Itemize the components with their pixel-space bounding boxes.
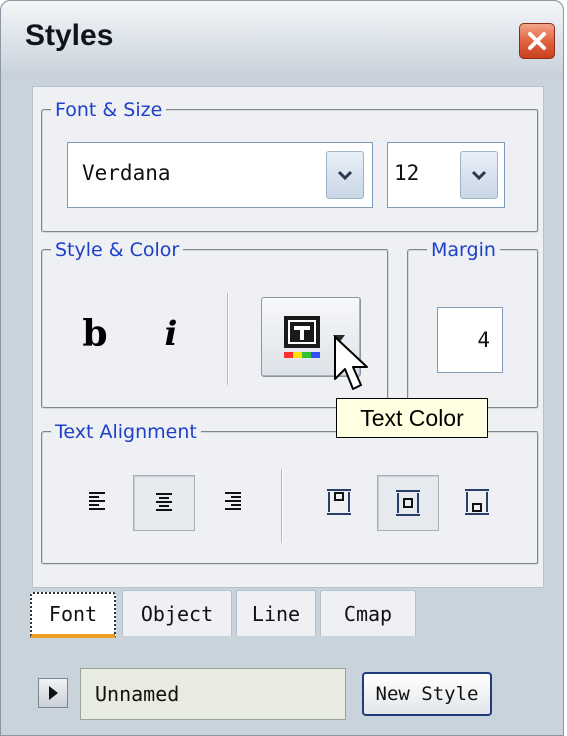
style-color-legend: Style & Color [55, 239, 180, 261]
style-name-field[interactable]: Unnamed [80, 668, 346, 720]
font-family-value: Verdana [82, 161, 171, 185]
alignment-divider [281, 469, 283, 543]
tab-object[interactable]: Object [122, 590, 232, 636]
close-icon [528, 32, 546, 50]
tab-font[interactable]: Font [30, 592, 116, 638]
font-size-value: 12 [394, 161, 420, 185]
font-family-dropdown-button[interactable] [326, 151, 364, 199]
styles-panel: Font & Size Verdana 12 Style & Color b i [32, 86, 544, 588]
bold-label: b [82, 313, 108, 355]
style-divider [227, 293, 229, 385]
margin-value: 4 [477, 328, 490, 352]
text-alignment-legend: Text Alignment [55, 421, 197, 443]
valign-bottom-button[interactable] [453, 477, 501, 527]
align-left-icon [89, 492, 105, 510]
valign-bottom-icon [465, 489, 489, 515]
align-center-button[interactable] [133, 475, 195, 531]
align-right-icon [225, 492, 241, 510]
style-name-value: Unnamed [95, 682, 180, 706]
align-center-icon [156, 493, 172, 511]
window-title: Styles [25, 19, 114, 52]
tab-cmap[interactable]: Cmap [320, 590, 416, 636]
valign-top-icon [327, 489, 351, 515]
valign-middle-icon [396, 490, 420, 516]
tab-line[interactable]: Line [236, 590, 316, 636]
play-arrow-icon [49, 686, 58, 700]
tab-font-label: Font [48, 602, 98, 626]
italic-button[interactable]: i [149, 309, 193, 359]
valign-top-button[interactable] [315, 477, 363, 527]
close-button[interactable] [519, 23, 555, 59]
valign-middle-button[interactable] [377, 475, 439, 531]
font-size-dropdown-button[interactable] [460, 151, 498, 199]
italic-label: i [164, 314, 178, 354]
expand-button[interactable] [38, 678, 68, 708]
chevron-down-icon [471, 170, 487, 181]
margin-legend: Margin [431, 239, 496, 261]
align-left-button[interactable] [73, 477, 121, 527]
tab-line-label: Line [251, 601, 301, 626]
tab-object-label: Object [140, 601, 214, 626]
title-bar[interactable]: Styles [1, 1, 563, 79]
tab-cmap-label: Cmap [343, 601, 393, 626]
cursor-arrow-icon [334, 336, 368, 390]
margin-input[interactable]: 4 [437, 307, 503, 373]
new-style-button[interactable]: New Style [362, 672, 492, 716]
font-family-dropdown[interactable]: Verdana [67, 142, 373, 208]
text-color-icon [284, 316, 320, 358]
font-size-dropdown[interactable]: 12 [387, 142, 505, 208]
text-color-tooltip: Text Color [336, 398, 488, 438]
bold-button[interactable]: b [73, 309, 117, 359]
chevron-down-icon [337, 170, 353, 181]
new-style-label: New Style [375, 683, 479, 705]
align-right-button[interactable] [209, 477, 257, 527]
font-size-legend: Font & Size [55, 99, 163, 121]
tooltip-text: Text Color [360, 404, 464, 431]
